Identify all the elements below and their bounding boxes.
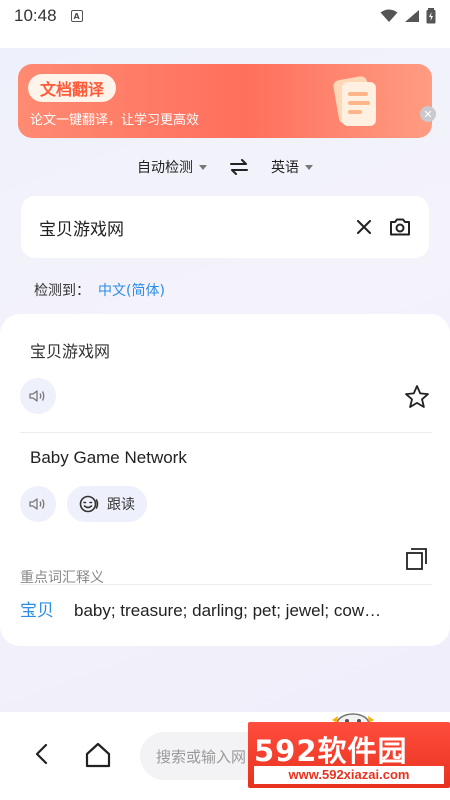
source-text-input[interactable]: 宝贝游戏网 [21, 196, 429, 258]
follow-read-label: 跟读 [107, 497, 135, 513]
source-language-dropdown[interactable]: 自动检测 [137, 157, 207, 177]
banner-title: 文档翻译 [28, 74, 117, 102]
divider [20, 432, 432, 433]
vocabulary-definition: baby; treasure; darling; pet; jewel; cow… [74, 601, 382, 620]
play-translation-audio-button[interactable] [20, 486, 56, 522]
banner-subtitle: 论文一键翻译，让学习更高效 [30, 113, 200, 128]
status-icons [380, 8, 436, 24]
banner-close-icon[interactable]: ✕ [420, 106, 436, 122]
result-source-text: 宝贝游戏网 [30, 342, 111, 361]
vocabulary-word: 宝贝 [20, 601, 54, 621]
swap-languages-icon[interactable] [229, 159, 249, 175]
source-text[interactable]: 宝贝游戏网 [39, 215, 357, 240]
document-translation-banner[interactable]: 文档翻译 论文一键翻译，让学习更高效 [18, 64, 432, 138]
translation-result-card: 宝贝游戏网 Baby Game Network 跟读 重点词汇释义 宝贝 bab… [0, 314, 450, 646]
search-placeholder: 搜索或输入网 [156, 747, 247, 766]
detected-language: 检测到： 中文(简体) [34, 280, 165, 300]
vocabulary-item[interactable]: 宝贝 baby; treasure; darling; pet; jewel; … [20, 596, 432, 621]
speaker-icon [29, 390, 45, 402]
detected-language-value[interactable]: 中文(简体) [98, 280, 165, 300]
watermark-brand: 592软件园 [254, 734, 408, 768]
chevron-down-icon [305, 164, 313, 170]
translate-page: 文档翻译 论文一键翻译，让学习更高效 ✕ 自动检测 英语 宝贝游戏网 检测到： … [0, 48, 450, 712]
input-actions [357, 218, 411, 236]
vocabulary-title: 重点词汇释义 [20, 570, 104, 586]
battery-icon [426, 8, 436, 24]
camera-icon[interactable] [389, 218, 411, 236]
signal-icon [405, 10, 419, 22]
watermark-logo: 592软件园 www.592xiazai.com [248, 722, 450, 788]
watermark-url: www.592xiazai.com [254, 766, 444, 784]
status-bar: 10:48 A [0, 0, 450, 32]
wifi-icon [380, 9, 398, 22]
target-language-label: 英语 [271, 160, 299, 176]
translation-text: Baby Game Network [30, 448, 187, 467]
clear-icon[interactable] [357, 220, 371, 234]
follow-read-button[interactable]: 跟读 [67, 486, 147, 522]
status-time: 10:48 [14, 6, 57, 25]
source-language-label: 自动检测 [137, 160, 193, 176]
document-illustration-icon [333, 76, 376, 126]
play-source-audio-button[interactable] [20, 378, 56, 414]
notification-a-icon: A [70, 10, 83, 22]
speaker-icon [29, 498, 45, 510]
chevron-down-icon [199, 164, 207, 170]
home-icon[interactable] [84, 742, 112, 768]
back-arrow-icon[interactable] [30, 742, 54, 766]
detected-language-label: 检测到： [34, 283, 90, 299]
target-language-dropdown[interactable]: 英语 [271, 157, 313, 177]
copy-icon[interactable] [404, 546, 430, 572]
follow-read-icon [79, 495, 99, 513]
star-icon[interactable] [404, 384, 430, 410]
language-selector: 自动检测 英语 [0, 152, 450, 182]
